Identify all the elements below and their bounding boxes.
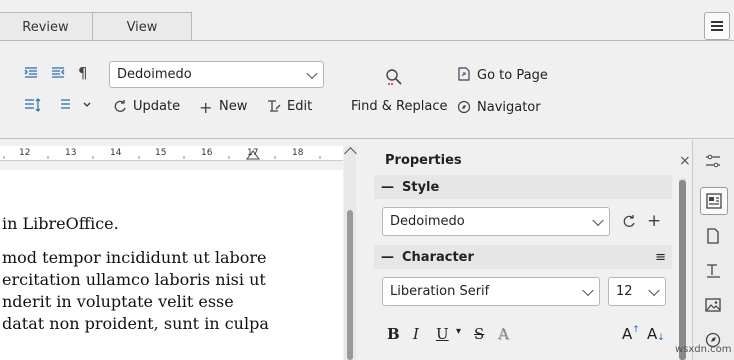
ruler-tick-13: 13 [65,148,77,158]
chevron-down-icon [648,284,660,296]
tab-view-label: View [126,19,158,35]
hamburger-menu-button[interactable] [704,12,730,40]
indent-increase-icon[interactable] [24,66,38,84]
style-section-header[interactable]: — Style [374,175,672,199]
image-icon [705,298,721,312]
ruler-tick-16: 16 [201,148,213,158]
collapse-icon: — [381,249,394,265]
shrink-font-label: A [647,325,658,343]
watermark: wsxdn.com [675,344,732,355]
tab-review[interactable]: Review [0,12,93,41]
edit-style-button[interactable]: Edit [287,99,312,114]
text-style-icon [707,264,720,278]
chevron-down-icon [592,214,604,226]
hamburger-icon [711,21,723,31]
ribbon-divider [0,40,734,41]
font-name-value: Liberation Serif [390,284,490,299]
italic-button[interactable]: I [413,325,419,343]
paragraph-spacing-icon[interactable] [60,98,92,116]
character-deck-button[interactable] [700,257,726,283]
document-line-3: ercitation ullamco laboris nisi ut [2,270,266,289]
ruler-tick-17: 17 [247,148,259,158]
update-style-button[interactable]: Update [133,99,180,114]
sidebar-style-select[interactable]: Dedoimedo [382,207,610,236]
document-line-4: nderit in voluptate velit esse [2,292,234,311]
goto-page-button[interactable]: Go to Page [477,68,548,83]
sliders-icon [706,154,720,168]
update-style-icon[interactable] [622,214,636,232]
find-replace-icon[interactable] [385,68,403,90]
tab-view[interactable]: View [92,12,192,41]
bold-button[interactable]: B [387,325,400,343]
strikethrough-button[interactable]: S [474,325,484,343]
underline-button[interactable]: U [436,325,449,343]
panel-scrollbar[interactable] [679,178,686,360]
font-size-value: 12 [616,284,633,299]
toolbar-divider [0,138,734,139]
edit-style-icon[interactable] [267,99,281,117]
paragraph-style-select[interactable]: Dedoimedo [109,61,324,88]
underline-dropdown-icon[interactable]: ▾ [456,326,461,337]
properties-deck-button[interactable] [700,148,726,174]
collapse-icon: — [381,179,394,195]
document-line-1: in LibreOffice. [2,214,119,233]
navigator-button[interactable]: Navigator [477,100,541,115]
ruler-tick-14: 14 [110,148,122,158]
font-name-select[interactable]: Liberation Serif [382,277,600,306]
paragraph-style-value: Dedoimedo [117,67,192,82]
grow-font-button[interactable]: A↑ [622,325,640,343]
panel-scrollbar-thumb[interactable] [679,180,686,360]
new-style-plus-icon[interactable]: + [647,211,661,231]
indent-decrease-icon[interactable] [51,66,65,84]
properties-title: Properties [385,153,462,168]
vertical-scrollbar[interactable] [344,146,356,360]
line-spacing-icon[interactable] [24,98,44,116]
plus-icon[interactable]: + [199,98,212,117]
shrink-font-button[interactable]: A↓ [647,325,665,343]
ruler-tick-12: 12 [19,148,31,158]
navigator-icon[interactable] [457,100,471,118]
tab-review-label: Review [22,19,69,35]
style-section-title: Style [402,179,440,195]
update-style-icon[interactable] [113,99,127,117]
more-options-icon[interactable]: ≡ [655,250,666,265]
character-section-header[interactable]: — Character ≡ [374,245,672,269]
find-replace-button[interactable]: Find & Replace [351,99,447,114]
shadow-button[interactable]: A [498,325,509,343]
styles-deck-button[interactable] [700,223,726,249]
ruler-tick-18: 18 [292,148,304,158]
new-style-button[interactable]: New [219,99,247,114]
chevron-down-icon [306,67,318,79]
ruler-tick-15: 15 [155,148,167,158]
page-deck-button[interactable] [700,187,728,215]
gallery-deck-button[interactable] [700,292,726,318]
chevron-down-icon [582,284,594,296]
grow-font-label: A [622,325,633,343]
document-line-5: datat non proident, sunt in culpa [2,314,269,333]
close-panel-icon[interactable]: × [679,153,691,169]
document-line-2: mod tempor incididunt ut labore [2,248,267,267]
character-section-title: Character [402,249,474,265]
scrollbar-thumb[interactable] [347,210,353,360]
document-icon [707,228,719,244]
goto-page-icon[interactable] [457,67,471,85]
font-size-select[interactable]: 12 [608,277,666,306]
paragraph-mark-icon[interactable]: ¶ [78,64,88,82]
sidebar-style-value: Dedoimedo [390,214,465,229]
page-layout-icon [706,193,722,209]
